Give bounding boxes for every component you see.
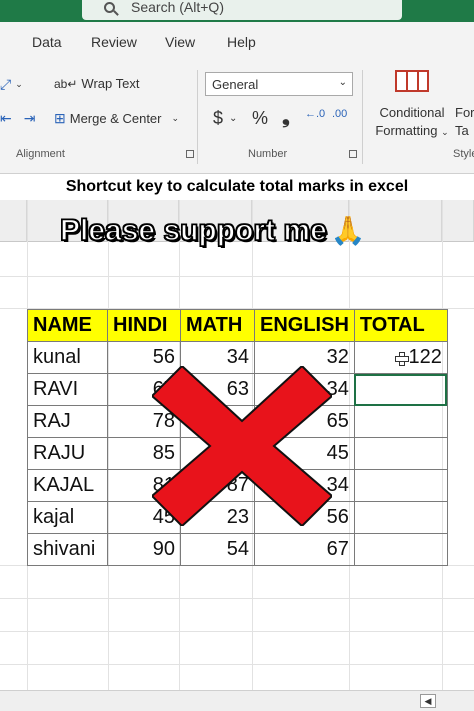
tab-view[interactable]: View (165, 34, 195, 50)
gridline (0, 276, 474, 277)
red-x-icon (152, 366, 332, 526)
currency-symbol: $ (213, 108, 224, 128)
header-cell-hindi[interactable]: HINDI (107, 309, 181, 342)
increase-indent-icon: ⇥ (23, 110, 36, 126)
table-row: shivani 90 54 67 (27, 533, 448, 566)
gridline (0, 664, 474, 665)
wrap-text-icon: ab↵ (54, 76, 78, 91)
conditional-formatting-button[interactable]: Conditional Formatting ⌄ (372, 104, 452, 141)
table-cell[interactable]: 67 (254, 533, 355, 566)
conditional-formatting-label-2: Formatting ⌄ (375, 123, 449, 138)
separator (197, 70, 198, 164)
conditional-formatting-icon[interactable] (395, 70, 429, 92)
red-x-shape (152, 366, 332, 526)
worksheet-grid[interactable]: Please support me 🙏 NAME HINDI MATH ENGLI… (0, 200, 474, 690)
header-cell-total[interactable]: TOTAL (353, 309, 448, 342)
video-caption: Shortcut key to calculate total marks in… (0, 174, 474, 200)
search-icon (104, 1, 115, 13)
chevron-down-icon: ⌄ (338, 77, 347, 88)
search-box[interactable]: Search (Alt+Q) (82, 0, 402, 20)
decrease-indent-icon: ⇤ (0, 110, 12, 126)
number-launcher-icon[interactable] (349, 150, 357, 158)
table-cell[interactable]: kajal (27, 501, 108, 534)
gridline (0, 598, 474, 599)
title-bar: Search (Alt+Q) (0, 0, 474, 22)
tab-help[interactable]: Help (227, 34, 256, 50)
merge-center-button[interactable]: ⊞ Merge & Center ⌄ (54, 110, 183, 127)
praying-hands-icon: 🙏 (330, 215, 366, 246)
separator (362, 70, 363, 164)
currency-button[interactable]: $ ⌄ (213, 108, 241, 129)
format-as-table-button[interactable]: For Ta (455, 104, 474, 140)
number-format-value: General (212, 77, 259, 92)
table-cell[interactable]: kunal (27, 341, 108, 374)
scroll-left-icon[interactable]: ◀ (420, 694, 436, 708)
table-cell[interactable]: 54 (180, 533, 255, 566)
header-cell-math[interactable]: MATH (180, 309, 255, 342)
alignment-launcher-icon[interactable] (186, 150, 194, 158)
table-cell-total[interactable]: 122 (353, 341, 448, 374)
indent-buttons[interactable]: ⇤ ⇥ (0, 110, 39, 127)
cell-cursor-icon (394, 351, 409, 366)
chevron-down-icon: ⌄ (229, 113, 238, 124)
table-cell[interactable] (353, 501, 448, 534)
merge-center-label: Merge & Center (69, 111, 162, 126)
tab-review[interactable]: Review (91, 34, 137, 50)
table-cell[interactable]: KAJAL (27, 469, 108, 502)
wrap-text-label: Wrap Text (81, 76, 140, 91)
table-cell[interactable] (353, 437, 448, 470)
wrap-text-button[interactable]: ab↵ Wrap Text (54, 76, 139, 91)
number-format-dropdown[interactable]: General ⌄ (205, 72, 353, 96)
table-header-row: NAME HINDI MATH ENGLISH TOTAL (27, 309, 448, 342)
gridline (0, 631, 474, 632)
column-header[interactable] (442, 200, 474, 242)
ribbon: ⤢ ⌄ ab↵ Wrap Text ⇤ ⇥ ⊞ Merge & Center ⌄… (0, 64, 474, 174)
group-label-alignment: Alignment (16, 148, 65, 160)
tab-data[interactable]: Data (32, 34, 62, 50)
table-cell[interactable] (353, 405, 448, 438)
orientation-icon: ⤢ (0, 76, 12, 92)
conditional-formatting-label-1: Conditional (379, 105, 445, 120)
table-cell[interactable] (353, 533, 448, 566)
status-bar: ◀ (0, 690, 474, 711)
header-cell-english[interactable]: ENGLISH (254, 309, 355, 342)
merge-center-icon: ⊞ (54, 110, 66, 126)
table-cell[interactable]: RAJ (27, 405, 108, 438)
group-label-styles: Style (453, 148, 474, 160)
ribbon-tabs: Data Review View Help (0, 22, 474, 64)
active-cell[interactable] (353, 373, 448, 406)
table-cell[interactable]: RAVI (27, 373, 108, 406)
comma-style-button[interactable]: ❟ (282, 106, 290, 129)
support-overlay: Please support me 🙏 (59, 213, 366, 248)
select-all-corner[interactable] (0, 200, 27, 242)
decrease-decimal-icon[interactable]: .00 (332, 108, 347, 120)
chevron-down-icon: ⌄ (171, 113, 180, 123)
table-cell[interactable]: 90 (107, 533, 181, 566)
chevron-down-icon: ⌄ (15, 79, 23, 89)
orientation-button[interactable]: ⤢ ⌄ (0, 76, 27, 93)
header-cell-name[interactable]: NAME (27, 309, 108, 342)
table-cell[interactable]: RAJU (27, 437, 108, 470)
group-label-number: Number (248, 148, 288, 160)
table-cell[interactable] (353, 469, 448, 502)
percent-button[interactable]: % (252, 108, 268, 129)
table-cell[interactable]: shivani (27, 533, 108, 566)
increase-decimal-icon[interactable]: ←.0 (305, 108, 325, 120)
search-placeholder: Search (Alt+Q) (131, 0, 224, 15)
